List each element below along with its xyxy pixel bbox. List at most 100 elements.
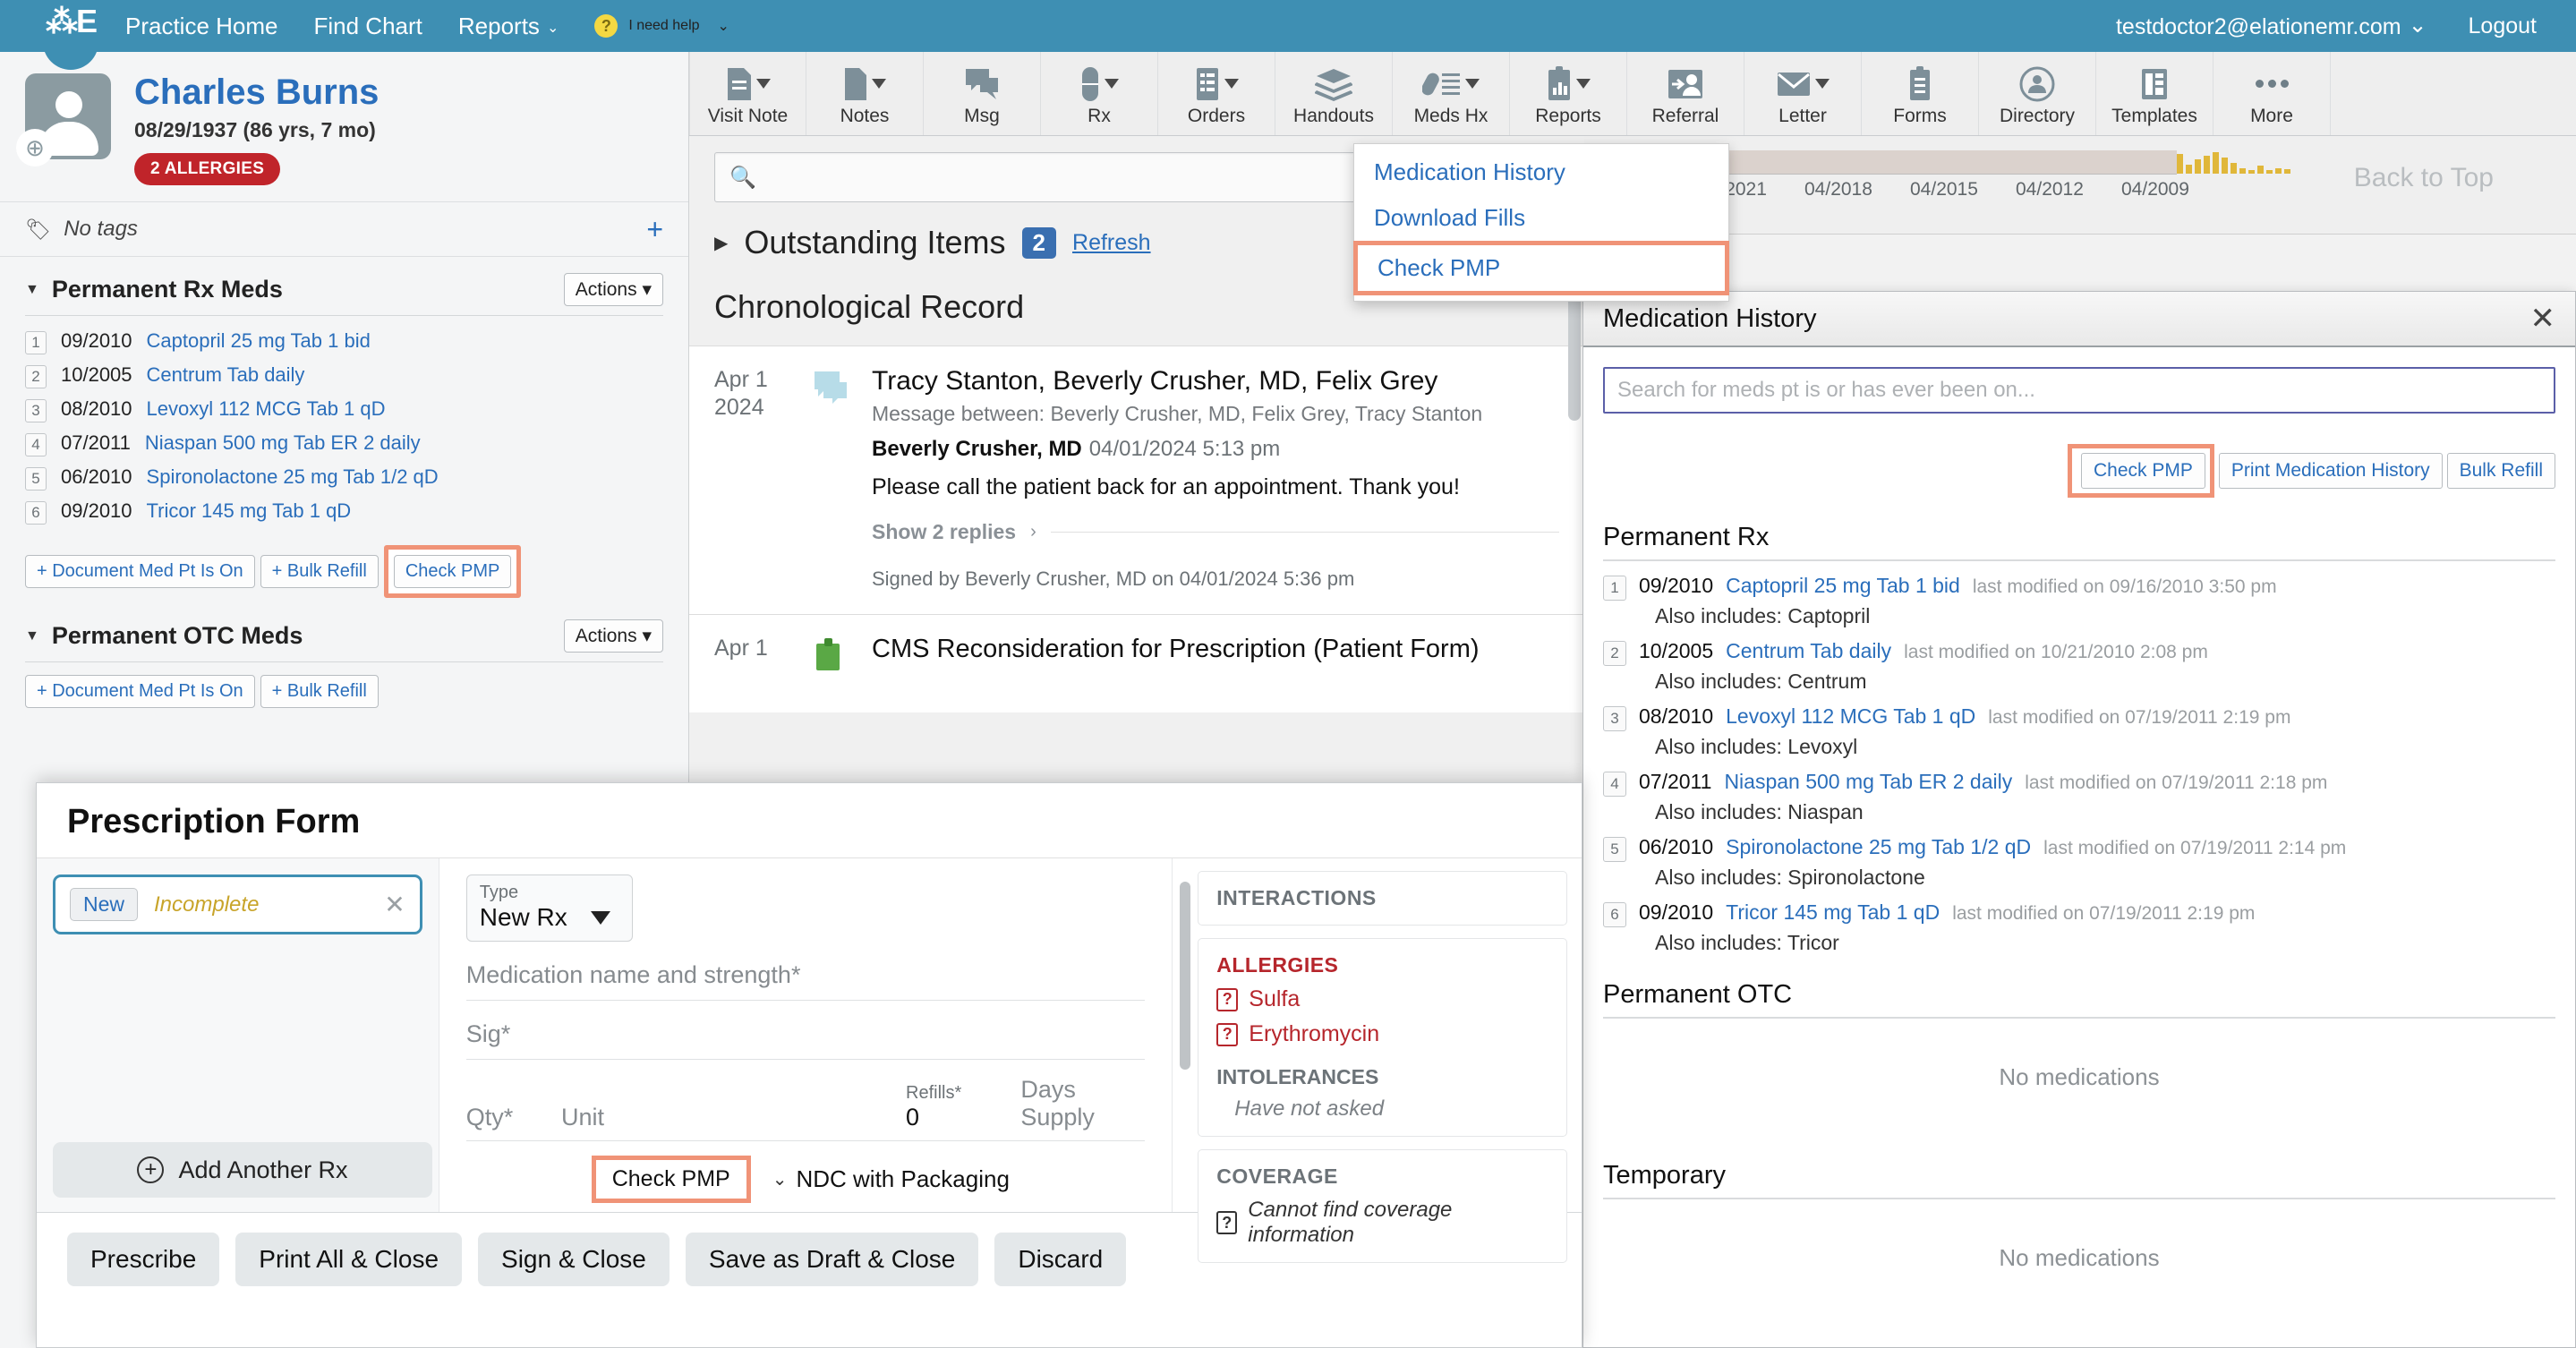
print-all-close-button[interactable]: Print All & Close	[235, 1233, 462, 1286]
close-icon[interactable]: ✕	[384, 890, 405, 919]
med-name-link[interactable]: Niaspan 500 mg Tab ER 2 daily	[145, 431, 421, 455]
list-item[interactable]: 5 06/2010 Spironolactone 25 mg Tab 1/2 q…	[25, 461, 663, 495]
otc-actions-button[interactable]: Actions ▾	[564, 619, 663, 653]
show-replies-row[interactable]: Show 2 replies ›	[872, 520, 1559, 544]
record-title[interactable]: Tracy Stanton, Beverly Crusher, MD, Feli…	[872, 366, 1559, 397]
print-medication-history-button[interactable]: Print Medication History	[2219, 453, 2443, 489]
account-menu[interactable]: testdoctor2@elationemr.com⌄	[2116, 12, 2427, 40]
toolbar-item-directory[interactable]: Directory	[1979, 52, 2096, 135]
toolbar-item-forms[interactable]: Forms	[1862, 52, 1979, 135]
elation-logo-icon[interactable]: ⁂E	[43, 0, 98, 70]
toolbar-item-letter[interactable]: Letter	[1744, 52, 1862, 135]
check-pmp-button-medhx[interactable]: Check PMP	[2081, 453, 2205, 489]
list-item[interactable]: 2 10/2005 Centrum Tab daily last modifie…	[1603, 639, 2555, 694]
toolbar-item-handouts[interactable]: Handouts	[1275, 52, 1393, 135]
med-name-link[interactable]: Niaspan 500 mg Tab ER 2 daily	[1724, 770, 2012, 794]
refills-field[interactable]: 0	[906, 1104, 1020, 1131]
list-item[interactable]: 6 09/2010 Tricor 145 mg Tab 1 qD	[25, 495, 663, 529]
list-item[interactable]: 4 07/2011 Niaspan 500 mg Tab ER 2 daily	[25, 427, 663, 461]
toolbar-item-meds-hx[interactable]: Meds Hx	[1393, 52, 1510, 135]
table-row[interactable]: Apr 1 2024 Tracy Stanton, Beverly Crushe…	[689, 346, 1584, 614]
chevron-down-icon[interactable]: ▼	[25, 628, 39, 644]
otc-bulk-refill-button[interactable]: + Bulk Refill	[260, 675, 379, 708]
nav-i-need-help[interactable]: ? I need help ⌄	[594, 14, 729, 38]
list-item[interactable]: 1 09/2010 Captopril 25 mg Tab 1 bid last…	[1603, 574, 2555, 628]
list-item[interactable]: 5 06/2010 Spironolactone 25 mg Tab 1/2 q…	[1603, 835, 2555, 890]
list-item[interactable]: 6 09/2010 Tricor 145 mg Tab 1 qD last mo…	[1603, 900, 2555, 955]
page-title[interactable]: Charles Burns	[134, 73, 379, 111]
toolbar-item-rx[interactable]: Rx	[1041, 52, 1158, 135]
qty-field[interactable]: Qty*	[466, 1104, 514, 1130]
nav-find-chart[interactable]: Find Chart	[314, 13, 422, 40]
medication-history-search-box[interactable]	[1603, 367, 2555, 414]
med-name-link[interactable]: Captopril 25 mg Tab 1 bid	[1726, 574, 1960, 598]
chart-timeline[interactable]: Today 04/2021 04/2018 04/2015 04/2012 04…	[1584, 136, 2576, 235]
toolbar-item-notes[interactable]: Notes	[806, 52, 924, 135]
check-pmp-button-rxform[interactable]: Check PMP	[612, 1166, 730, 1191]
back-to-top-link[interactable]: Back to Top	[2354, 163, 2494, 193]
med-name-link[interactable]: Centrum Tab daily	[147, 363, 305, 387]
rx-actions-button[interactable]: Actions ▾	[564, 273, 663, 306]
med-name-link[interactable]: Levoxyl 112 MCG Tab 1 qD	[147, 397, 386, 421]
prescribe-button[interactable]: Prescribe	[67, 1233, 219, 1286]
prescription-chip[interactable]: New Incomplete ✕	[53, 874, 422, 934]
intolerances-value: Have not asked	[1234, 1096, 1548, 1122]
chevron-down-icon[interactable]: ▼	[25, 282, 39, 298]
avatar[interactable]: ⊕	[25, 73, 111, 159]
add-another-rx-button[interactable]: + Add Another Rx	[53, 1142, 432, 1198]
chevron-right-icon[interactable]: ▶	[714, 232, 728, 254]
nav-practice-home[interactable]: Practice Home	[125, 13, 278, 40]
med-name-link[interactable]: Spironolactone 25 mg Tab 1/2 qD	[147, 465, 439, 489]
nav-reports[interactable]: Reports⌄	[458, 13, 559, 40]
med-name-link[interactable]: Tricor 145 mg Tab 1 qD	[147, 499, 352, 523]
close-icon[interactable]: ✕	[2530, 303, 2556, 334]
toolbar-item-reports[interactable]: Reports	[1510, 52, 1627, 135]
rx-subrow: Check PMP ⌄ NDC with Packaging	[466, 1156, 1146, 1203]
menu-item-download-fills[interactable]: Download Fills	[1354, 195, 1728, 241]
otc-document-med-button[interactable]: + Document Med Pt Is On	[25, 675, 255, 708]
refresh-link[interactable]: Refresh	[1072, 230, 1151, 256]
menu-item-check-pmp[interactable]: Check PMP	[1358, 245, 1725, 291]
bulk-refill-button-medhx[interactable]: Bulk Refill	[2447, 453, 2555, 489]
toolbar-item-visit-note[interactable]: Visit Note	[689, 52, 806, 135]
toolbar-item-more[interactable]: More	[2213, 52, 2331, 135]
logout-link[interactable]: Logout	[2469, 13, 2537, 39]
rx-type-select[interactable]: Type New Rx	[466, 874, 633, 942]
save-draft-close-button[interactable]: Save as Draft & Close	[686, 1233, 978, 1286]
medication-name-field[interactable]: Medication name and strength*	[466, 942, 1146, 1001]
toolbar-item-msg[interactable]: Msg	[924, 52, 1041, 135]
check-pmp-highlight: Check PMP	[1353, 241, 1729, 295]
list-item[interactable]: 3 08/2010 Levoxyl 112 MCG Tab 1 qD last …	[1603, 704, 2555, 759]
allergy-item[interactable]: ? Sulfa	[1216, 986, 1548, 1012]
discard-button[interactable]: Discard	[994, 1233, 1126, 1286]
record-title[interactable]: CMS Reconsideration for Prescription (Pa…	[872, 635, 1559, 664]
add-tag-button[interactable]: +	[646, 215, 663, 243]
document-med-button[interactable]: + Document Med Pt Is On	[25, 555, 255, 588]
list-item[interactable]: 2 10/2005 Centrum Tab daily	[25, 359, 663, 393]
sig-field[interactable]: Sig*	[466, 1001, 1146, 1060]
ndc-with-packaging-toggle[interactable]: ⌄ NDC with Packaging	[772, 1165, 1010, 1193]
toolbar-item-orders[interactable]: Orders	[1158, 52, 1275, 135]
table-row[interactable]: Apr 1 CMS Reconsideration for Prescripti…	[689, 614, 1584, 712]
list-item[interactable]: 4 07/2011 Niaspan 500 mg Tab ER 2 daily …	[1603, 770, 2555, 824]
unit-field[interactable]: Unit	[561, 1104, 604, 1130]
days-supply-field[interactable]: Days Supply	[1020, 1076, 1095, 1130]
toolbar-item-templates[interactable]: Templates	[2096, 52, 2213, 135]
check-pmp-button-sidebar[interactable]: Check PMP	[394, 555, 512, 588]
med-name-link[interactable]: Centrum Tab daily	[1726, 639, 1891, 663]
sign-close-button[interactable]: Sign & Close	[478, 1233, 670, 1286]
med-name-link[interactable]: Tricor 145 mg Tab 1 qD	[1726, 900, 1940, 925]
med-name-link[interactable]: Spironolactone 25 mg Tab 1/2 qD	[1726, 835, 2031, 859]
menu-item-medication-history[interactable]: Medication History	[1354, 149, 1728, 195]
toolbar-item-referral[interactable]: Referral	[1627, 52, 1744, 135]
med-name-link[interactable]: Captopril 25 mg Tab 1 bid	[147, 329, 371, 353]
medication-history-search-input[interactable]	[1617, 378, 2541, 403]
list-item[interactable]: 3 08/2010 Levoxyl 112 MCG Tab 1 qD	[25, 393, 663, 427]
divider	[25, 661, 663, 662]
allergy-item[interactable]: ? Erythromycin	[1216, 1021, 1548, 1047]
status-badge[interactable]: 2 ALLERGIES	[134, 153, 280, 185]
med-name-link[interactable]: Levoxyl 112 MCG Tab 1 qD	[1726, 704, 1975, 729]
bulk-refill-button[interactable]: + Bulk Refill	[260, 555, 379, 588]
info-pane-scrollbar[interactable]	[1180, 882, 1190, 1070]
list-item[interactable]: 1 09/2010 Captopril 25 mg Tab 1 bid	[25, 325, 663, 359]
